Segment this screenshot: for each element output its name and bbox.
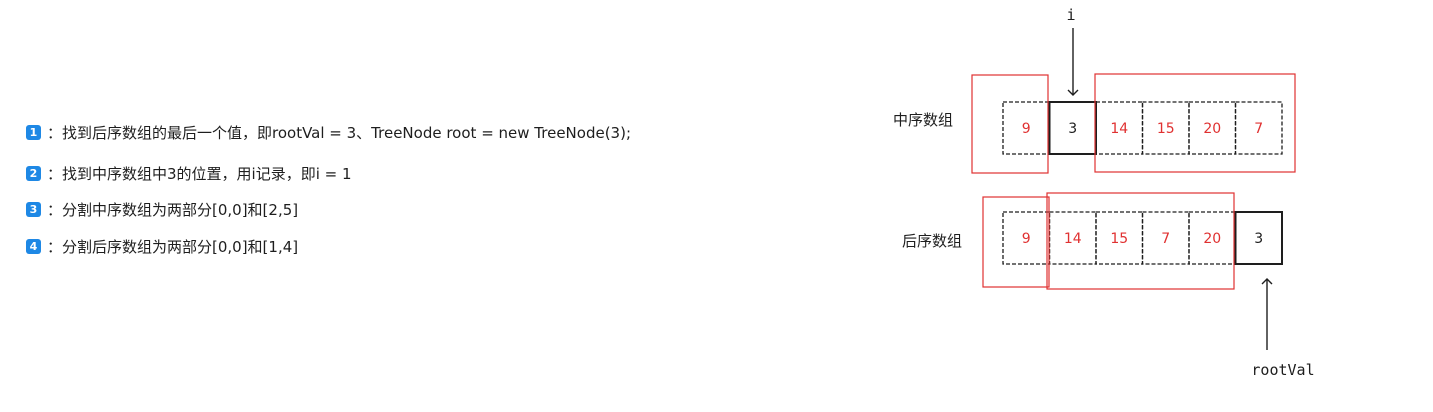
pointer-i-label: i bbox=[1066, 6, 1075, 24]
inorder-array: 9 3 14 15 20 7 bbox=[1002, 101, 1283, 155]
postorder-cell-value: 7 bbox=[1161, 231, 1170, 247]
postorder-cell-value: 9 bbox=[1022, 231, 1031, 247]
inorder-left-split-box bbox=[971, 74, 1049, 174]
postorder-array: 9 14 15 7 20 3 bbox=[1002, 211, 1283, 265]
inorder-label: 中序数组 bbox=[893, 111, 953, 129]
postorder-cell-value: 14 bbox=[1064, 231, 1082, 247]
inorder-cell-value: 14 bbox=[1110, 121, 1128, 137]
array-split-diagram: 中序数组 后序数组 9 3 14 15 20 7 9 14 15 7 20 3 i rootVal bbox=[893, 6, 1315, 379]
inorder-cell-value: 3 bbox=[1068, 121, 1077, 137]
inorder-cell-value: 20 bbox=[1203, 121, 1221, 137]
inorder-cell-value: 15 bbox=[1157, 121, 1175, 137]
postorder-cell-value: 3 bbox=[1254, 231, 1263, 247]
inorder-cell-value: 7 bbox=[1254, 121, 1263, 137]
postorder-label: 后序数组 bbox=[902, 232, 962, 250]
postorder-left-split-box bbox=[982, 196, 1050, 288]
inorder-cell-value: 9 bbox=[1022, 121, 1031, 137]
postorder-cell-value: 15 bbox=[1110, 231, 1128, 247]
postorder-cell-value: 20 bbox=[1203, 231, 1221, 247]
pointer-rootval-label: rootVal bbox=[1251, 361, 1314, 379]
